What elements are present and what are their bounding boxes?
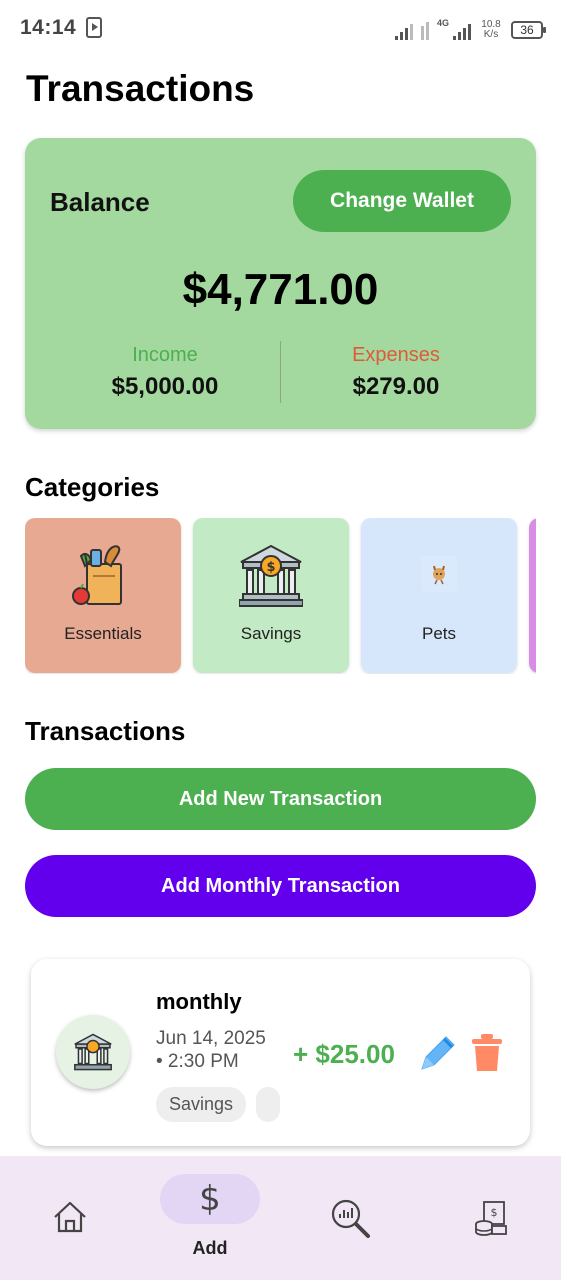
home-icon[interactable] bbox=[52, 1200, 88, 1234]
battery-level: 36 bbox=[520, 23, 534, 37]
budget-icon[interactable]: $ bbox=[474, 1200, 508, 1236]
expenses-value: $279.00 bbox=[352, 373, 440, 400]
income-stat: Income $5,000.00 bbox=[50, 344, 280, 401]
status-bar: 14:14 4G 10.8 K/s 36 bbox=[0, 0, 561, 56]
transaction-date: Jun 14, 2025 bbox=[156, 1028, 266, 1049]
status-time: 14:14 bbox=[20, 16, 77, 39]
category-label: Essentials bbox=[64, 624, 142, 643]
transaction-category-avatar bbox=[56, 1015, 130, 1089]
categories-title: Categories bbox=[25, 472, 160, 502]
bank-icon bbox=[74, 1033, 112, 1071]
balance-card: Balance Change Wallet $4,771.00 Income $… bbox=[25, 138, 536, 429]
expenses-label: Expenses bbox=[352, 344, 440, 366]
transaction-amount: + $25.00 bbox=[293, 1039, 395, 1069]
transaction-time: • 2:30 PM bbox=[156, 1051, 239, 1072]
svg-text:$: $ bbox=[491, 1206, 498, 1219]
signal-strength-icon bbox=[394, 22, 413, 40]
categories-carousel[interactable]: Essentials $ Savings Pets bbox=[25, 518, 536, 674]
transactions-title: Transactions bbox=[25, 716, 186, 746]
nav-add-label[interactable]: Add bbox=[160, 1238, 260, 1259]
data-activity-icon bbox=[420, 22, 429, 40]
status-indicators: 4G 10.8 K/s 36 bbox=[394, 14, 546, 40]
balance-label: Balance bbox=[50, 187, 150, 217]
category-label: Savings bbox=[240, 624, 302, 643]
edit-pencil-icon[interactable] bbox=[416, 1033, 458, 1075]
svg-text:$: $ bbox=[266, 560, 275, 575]
category-card-pets[interactable]: Pets bbox=[361, 518, 517, 673]
category-card-essentials[interactable]: Essentials bbox=[25, 518, 181, 673]
add-monthly-transaction-button[interactable]: Add Monthly Transaction bbox=[25, 855, 536, 917]
network-speed: 10.8 K/s bbox=[479, 20, 503, 40]
change-wallet-button[interactable]: Change Wallet bbox=[293, 170, 511, 232]
dollar-icon[interactable]: $ bbox=[195, 1181, 225, 1217]
network-speed-unit: K/s bbox=[483, 29, 499, 40]
page-title: Transactions bbox=[26, 68, 255, 109]
expenses-stat: Expenses $279.00 bbox=[281, 344, 511, 401]
transaction-title: monthly bbox=[156, 989, 242, 1014]
media-notification-icon bbox=[86, 17, 102, 38]
transaction-tag-chip[interactable]: Savings bbox=[156, 1087, 247, 1122]
bank-icon: $ bbox=[239, 544, 303, 607]
grocery-bag-icon bbox=[72, 545, 122, 605]
category-card-partial[interactable] bbox=[529, 518, 536, 673]
bottom-navigation: $ Add $ bbox=[0, 1156, 561, 1280]
transaction-card[interactable]: monthly Jun 14, 2025 • 2:30 PM + $25.00 … bbox=[31, 959, 530, 1146]
battery-icon: 36 bbox=[511, 21, 546, 39]
category-card-savings[interactable]: $ Savings bbox=[193, 518, 349, 673]
svg-text:$: $ bbox=[199, 1181, 221, 1217]
signal-strength-icon-2 bbox=[453, 22, 471, 40]
income-label: Income bbox=[132, 344, 198, 366]
transaction-tag-chip-empty[interactable] bbox=[256, 1087, 280, 1122]
network-type: 4G bbox=[436, 18, 449, 28]
income-value: $5,000.00 bbox=[111, 373, 219, 400]
balance-amount: $4,771.00 bbox=[182, 265, 379, 314]
category-label: Pets bbox=[421, 624, 457, 643]
analytics-search-icon[interactable] bbox=[330, 1198, 372, 1238]
pet-icon bbox=[421, 556, 457, 592]
delete-trash-icon[interactable] bbox=[471, 1034, 503, 1072]
add-new-transaction-button[interactable]: Add New Transaction bbox=[25, 768, 536, 830]
